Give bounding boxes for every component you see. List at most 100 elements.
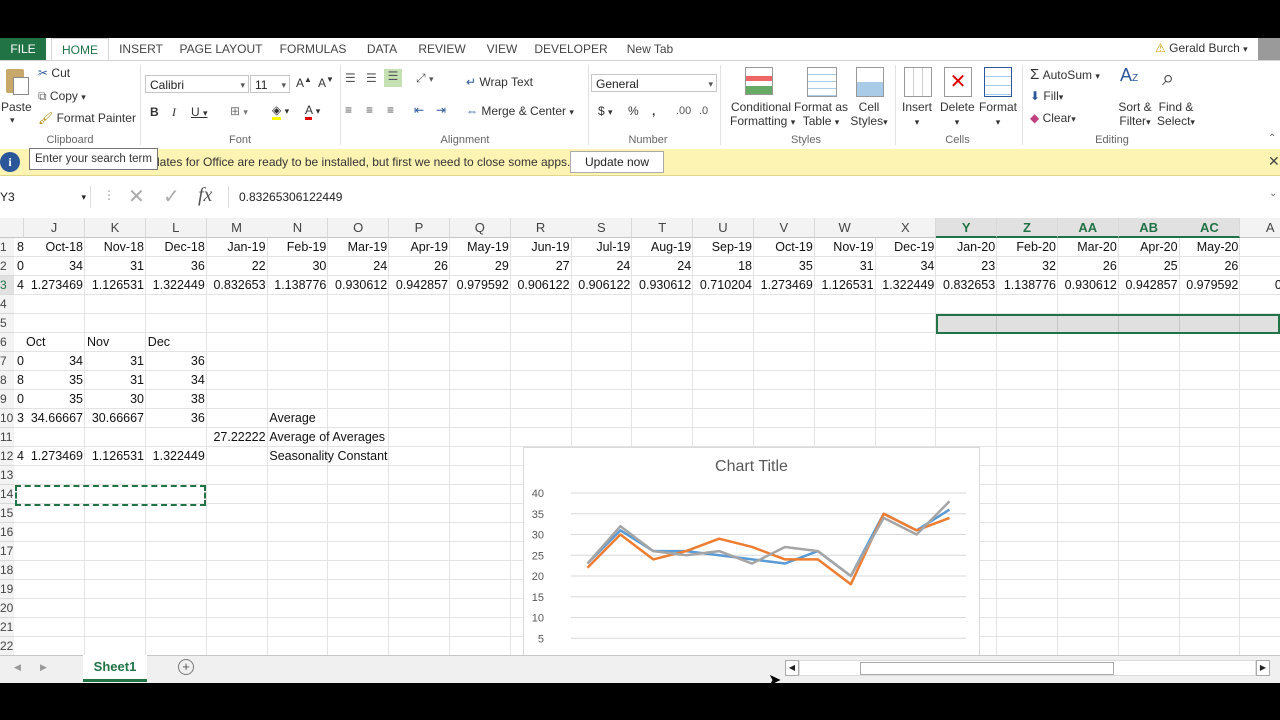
select-all-corner[interactable] <box>0 218 24 238</box>
data-cell[interactable]: 38 <box>146 390 207 409</box>
data-cell[interactable]: 0 <box>14 390 24 409</box>
data-cell[interactable]: 3 <box>14 409 24 428</box>
row-header[interactable]: 2 <box>0 257 14 276</box>
format-cells-icon[interactable] <box>984 67 1012 97</box>
add-sheet-icon[interactable]: + <box>178 659 194 675</box>
merge-center-button[interactable]: ⇔ Merge & Center ▾ <box>466 104 574 118</box>
tab-developer[interactable]: DEVELOPER <box>533 38 609 60</box>
column-header[interactable]: J <box>24 218 85 238</box>
month-label-cell[interactable]: Nov <box>85 333 146 352</box>
selected-range[interactable] <box>936 314 1280 334</box>
column-header[interactable]: V <box>753 218 815 238</box>
conditional-formatting-icon[interactable] <box>745 67 773 95</box>
data-cell[interactable]: 24 <box>632 257 693 276</box>
data-cell[interactable]: 31 <box>815 257 876 276</box>
header-cell[interactable]: Oct-18 <box>24 238 85 257</box>
data-cell[interactable]: 26 <box>389 257 450 276</box>
close-icon[interactable]: ✕ <box>1268 153 1280 170</box>
data-cell[interactable]: 34 <box>24 257 85 276</box>
prev-sheet-icon[interactable]: ◀ <box>14 662 21 673</box>
bold-button[interactable]: B <box>150 105 159 119</box>
data-cell[interactable]: 0 <box>14 352 24 371</box>
sheet-tab-sheet1[interactable]: Sheet1 <box>83 655 147 682</box>
data-cell[interactable]: 0.832653 <box>207 276 268 295</box>
data-cell[interactable]: 1.126531 <box>815 276 876 295</box>
data-cell[interactable]: 36 <box>146 409 207 428</box>
data-cell[interactable]: 0.906122 <box>571 276 632 295</box>
data-cell[interactable]: 0.942857 <box>1119 276 1180 295</box>
header-cell[interactable]: Oct-19 <box>754 238 815 257</box>
data-cell[interactable]: 34 <box>146 371 207 390</box>
data-cell[interactable]: 1.322449 <box>875 276 936 295</box>
header-cell[interactable]: Dec-19 <box>875 238 936 257</box>
header-cell[interactable]: Sep-19 <box>693 238 754 257</box>
header-cell[interactable]: Jan-20 <box>936 238 997 257</box>
paste-button[interactable]: Paste <box>1 100 32 114</box>
format-button[interactable]: Format ▾ <box>978 100 1018 128</box>
data-cell[interactable]: 31 <box>85 371 146 390</box>
header-cell[interactable]: May-20 <box>1179 238 1240 257</box>
tab-new-tab[interactable]: New Tab <box>620 38 680 60</box>
data-cell[interactable]: 22 <box>207 257 268 276</box>
column-header[interactable]: N <box>267 218 329 238</box>
scroll-left-icon[interactable]: ◀ <box>785 660 799 676</box>
sort-filter-icon[interactable]: AZ <box>1120 65 1138 86</box>
data-cell[interactable]: 0.90 <box>1240 276 1280 295</box>
series-line-3[interactable] <box>586 500 951 578</box>
tab-insert[interactable]: INSERT <box>115 38 167 60</box>
percent-icon[interactable]: % <box>628 104 639 118</box>
row-header[interactable]: 8 <box>0 371 14 390</box>
data-cell[interactable]: 34.66667 <box>24 409 85 428</box>
font-size-select[interactable]: 11 <box>250 75 290 94</box>
data-cell[interactable]: 32 <box>997 257 1058 276</box>
increase-indent-icon[interactable]: ⇥ <box>436 103 446 117</box>
data-cell[interactable]: 0.942857 <box>389 276 450 295</box>
delete-button[interactable]: Delete ▾ <box>940 100 975 128</box>
tab-home[interactable]: HOME <box>51 38 109 61</box>
data-cell[interactable]: 24 <box>571 257 632 276</box>
align-middle-icon[interactable]: ☰ <box>366 71 377 85</box>
data-cell[interactable]: 36 <box>146 352 207 371</box>
copy-button[interactable]: ⧉ Copy ▾ <box>38 89 86 104</box>
expand-formula-icon[interactable]: ⌄ <box>1269 188 1277 199</box>
header-cell[interactable]: Dec-18 <box>146 238 207 257</box>
row-header[interactable]: 15 <box>0 504 14 523</box>
data-cell[interactable]: 0.906122 <box>511 276 572 295</box>
data-cell[interactable]: 31 <box>85 352 146 371</box>
underline-button[interactable]: U ▾ <box>191 105 208 119</box>
average-of-averages-value[interactable]: 27.22222 <box>207 428 268 447</box>
header-cell[interactable]: Nov-19 <box>815 238 876 257</box>
find-select-button[interactable]: Find & Select▾ <box>1156 100 1196 128</box>
data-cell[interactable]: 30 <box>85 390 146 409</box>
header-cell[interactable]: Jun-19 <box>511 238 572 257</box>
data-cell[interactable]: 1.126531 <box>85 447 146 466</box>
name-box[interactable]: Y3 ▾ <box>0 186 91 208</box>
data-cell[interactable]: 1.273469 <box>24 447 85 466</box>
row-header[interactable]: 5 <box>0 314 14 333</box>
row-header[interactable]: 22 <box>0 637 14 655</box>
clear-button[interactable]: ◆ Clear▾ <box>1030 111 1076 125</box>
row-header[interactable]: 20 <box>0 599 14 618</box>
data-cell[interactable]: 4 <box>14 447 24 466</box>
header-cell[interactable]: Feb-19 <box>267 238 328 257</box>
data-cell[interactable]: 35 <box>24 371 85 390</box>
grow-font-icon[interactable]: A▲ <box>296 75 312 90</box>
row-header[interactable]: 6 <box>0 333 14 352</box>
shrink-font-icon[interactable]: A▼ <box>318 75 334 90</box>
data-cell[interactable]: 8 <box>14 371 24 390</box>
header-cell[interactable]: Mar-20 <box>1058 238 1119 257</box>
data-cell[interactable]: 34 <box>24 352 85 371</box>
row-header[interactable]: 18 <box>0 561 14 580</box>
cancel-icon[interactable]: ✕ <box>128 184 145 209</box>
data-cell[interactable]: 34 <box>875 257 936 276</box>
row-header[interactable]: 7 <box>0 352 14 371</box>
update-now-button[interactable]: Update now <box>570 151 664 173</box>
format-painter-button[interactable]: 🖌 Format Painter <box>38 111 136 125</box>
autosum-button[interactable]: Σ AutoSum ▾ <box>1030 66 1100 83</box>
header-cell[interactable]: Ju <box>1240 238 1280 257</box>
number-format-select[interactable]: General <box>591 74 717 93</box>
data-cell[interactable]: 1.273469 <box>24 276 85 295</box>
data-cell[interactable]: 26 <box>1179 257 1240 276</box>
formula-input[interactable]: 0.83265306122449 <box>228 186 1279 208</box>
data-cell[interactable]: 0.979592 <box>450 276 511 295</box>
